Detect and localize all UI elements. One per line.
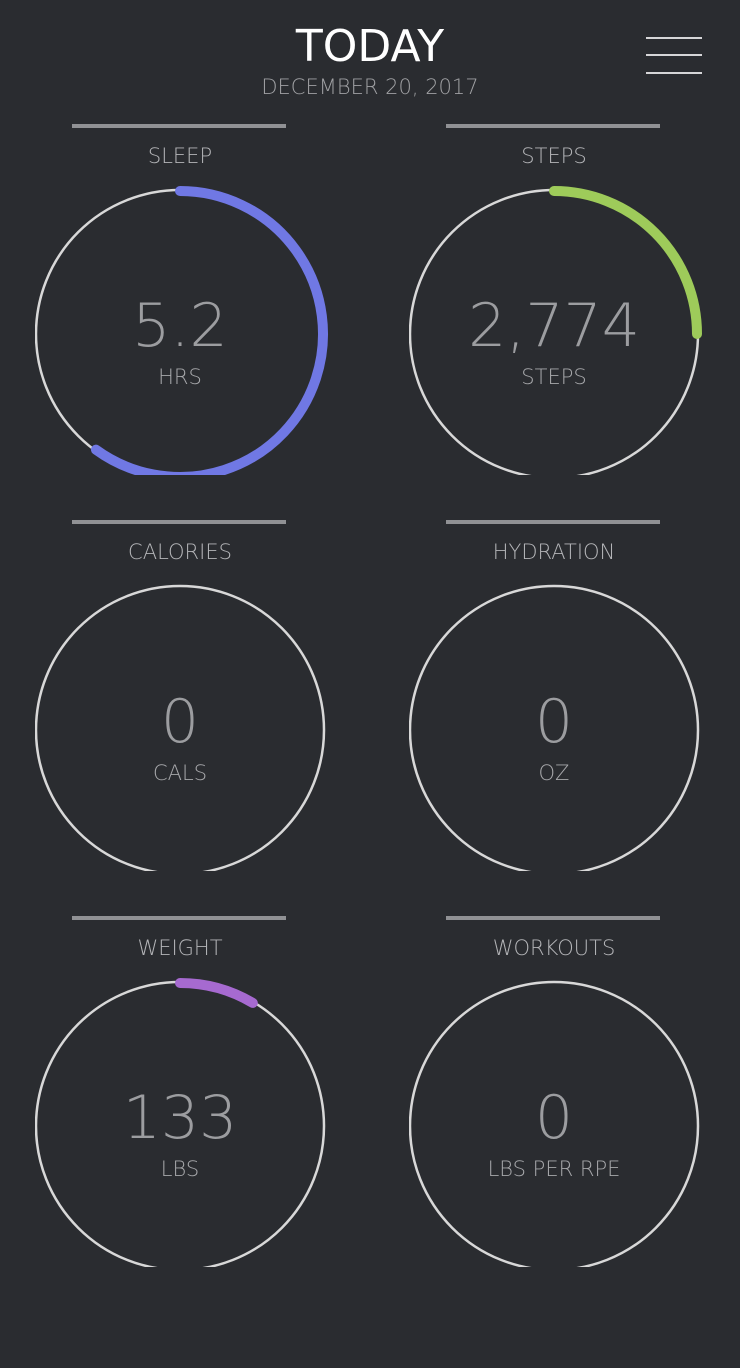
page-title: TODAY — [295, 21, 445, 72]
tile-unit: STEPS — [521, 365, 587, 389]
tile-label: WEIGHT — [137, 936, 223, 960]
hamburger-menu-icon[interactable] — [644, 34, 704, 80]
tile-value: 0 — [534, 687, 574, 757]
tile-unit: LBS PER RPE — [487, 1157, 621, 1181]
tile-calories[interactable]: CALORIES 0 CALS — [35, 520, 345, 900]
tile-hydration[interactable]: HYDRATION 0 OZ — [409, 520, 719, 900]
tile-value: 0 — [534, 1083, 574, 1153]
tile-label: HYDRATION — [492, 540, 616, 564]
menu-line — [646, 54, 702, 56]
tile-value: 5.2 — [132, 291, 228, 361]
tile-divider — [72, 124, 286, 128]
tile-workouts[interactable]: WORKOUTS 0 LBS PER RPE — [409, 916, 719, 1296]
menu-line — [646, 72, 702, 74]
tile-unit: OZ — [538, 761, 570, 785]
tile-value: 0 — [160, 687, 200, 757]
header: TODAY DECEMBER 20, 2017 — [0, 0, 740, 110]
tile-value: 133 — [122, 1083, 238, 1153]
tile-unit: LBS — [160, 1157, 200, 1181]
tile-unit: HRS — [158, 365, 202, 389]
tile-divider — [446, 520, 660, 524]
tile-unit: CALS — [152, 761, 208, 785]
page-date: DECEMBER 20, 2017 — [261, 75, 479, 99]
tile-label: STEPS — [521, 144, 587, 168]
tile-divider — [72, 520, 286, 524]
tile-label: SLEEP — [147, 144, 213, 168]
tile-steps[interactable]: STEPS 2,774 STEPS — [409, 124, 719, 504]
menu-line — [646, 37, 702, 39]
ring-progress-arc — [175, 978, 258, 1008]
tile-label: CALORIES — [128, 540, 232, 564]
tile-divider — [446, 124, 660, 128]
tile-sleep[interactable]: SLEEP 5.2 HRS — [35, 124, 345, 504]
tile-divider — [72, 916, 286, 920]
tile-divider — [446, 916, 660, 920]
tile-label: WORKOUTS — [492, 936, 616, 960]
tile-weight[interactable]: WEIGHT 133 LBS — [35, 916, 345, 1296]
tile-value: 2,774 — [468, 291, 640, 361]
